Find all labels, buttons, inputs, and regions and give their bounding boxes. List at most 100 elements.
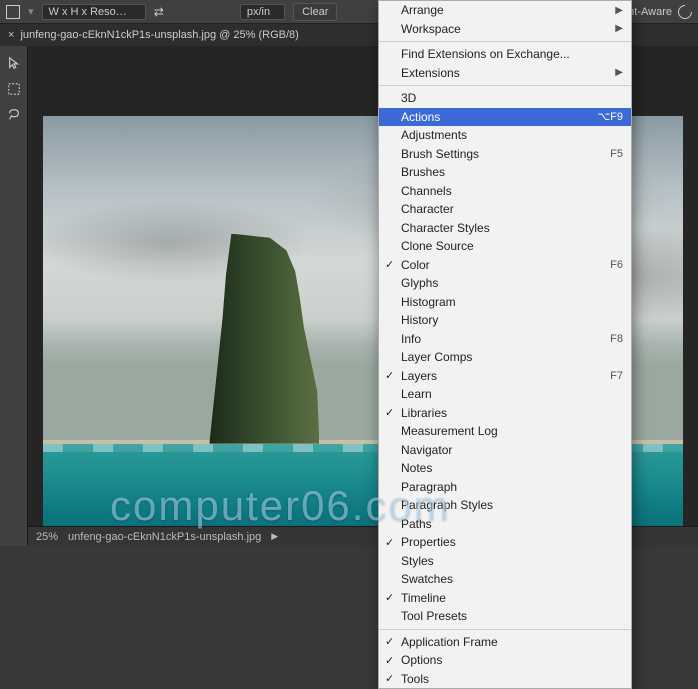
menu-item-layers[interactable]: ✓ Layers F7 <box>379 367 631 386</box>
menu-item-3d[interactable]: 3D <box>379 89 631 108</box>
menu-item-label: Find Extensions on Exchange... <box>401 47 570 61</box>
menu-separator <box>379 85 631 86</box>
menu-item-label: Timeline <box>401 591 446 605</box>
menu-item-timeline[interactable]: ✓ Timeline <box>379 589 631 608</box>
check-icon: ✓ <box>385 369 394 382</box>
marquee-tool[interactable] <box>3 78 25 100</box>
menu-item-glyphs[interactable]: Glyphs <box>379 274 631 293</box>
submenu-arrow-icon: ▶ <box>615 23 623 34</box>
menu-item-paths[interactable]: Paths <box>379 515 631 534</box>
menu-item-label: Libraries <box>401 406 447 420</box>
menu-item-color[interactable]: ✓ Color F6 <box>379 256 631 275</box>
menu-item-label: Workspace <box>401 22 461 36</box>
window-menu-dropdown: Arrange ▶ Workspace ▶ Find Extensions on Exc… <box>378 0 632 689</box>
menu-item-paragraph[interactable]: Paragraph <box>379 478 631 497</box>
menu-item-label: Notes <box>401 461 432 475</box>
menu-item-label: Paragraph Styles <box>401 498 493 512</box>
submenu-arrow-icon: ▶ <box>615 5 623 16</box>
menu-item-label: Tool Presets <box>401 609 467 623</box>
check-icon: ✓ <box>385 591 394 604</box>
menu-item-find-extensions-on-exchange[interactable]: Find Extensions on Exchange... <box>379 45 631 64</box>
menu-item-info[interactable]: Info F8 <box>379 330 631 349</box>
menu-item-label: History <box>401 313 438 327</box>
check-icon: ✓ <box>385 258 394 271</box>
menu-item-navigator[interactable]: Navigator <box>379 441 631 460</box>
menu-item-label: Actions <box>401 110 440 124</box>
check-icon: ✓ <box>385 635 394 648</box>
check-icon: ✓ <box>385 406 394 419</box>
submenu-arrow-icon: ▶ <box>615 67 623 78</box>
menu-item-clone-source[interactable]: Clone Source <box>379 237 631 256</box>
menu-item-label: Paths <box>401 517 432 531</box>
tools-panel <box>0 46 28 546</box>
menu-item-channels[interactable]: Channels <box>379 182 631 201</box>
menu-item-label: Channels <box>401 184 452 198</box>
reset-icon[interactable] <box>675 2 695 22</box>
menu-item-label: Glyphs <box>401 276 438 290</box>
menu-item-layer-comps[interactable]: Layer Comps <box>379 348 631 367</box>
document-tab-title[interactable]: junfeng-gao-cEknN1ckP1s-unsplash.jpg @ 2… <box>20 29 298 41</box>
resolution-unit-select[interactable]: px/in <box>240 4 285 20</box>
menu-item-actions[interactable]: Actions ⌥F9 <box>379 108 631 127</box>
menu-item-paragraph-styles[interactable]: Paragraph Styles <box>379 496 631 515</box>
menu-item-measurement-log[interactable]: Measurement Log <box>379 422 631 441</box>
menu-item-adjustments[interactable]: Adjustments <box>379 126 631 145</box>
menu-item-label: Histogram <box>401 295 456 309</box>
close-tab-icon[interactable]: × <box>8 29 14 41</box>
check-icon: ✓ <box>385 536 394 549</box>
menu-item-arrange[interactable]: Arrange ▶ <box>379 1 631 20</box>
menu-item-brush-settings[interactable]: Brush SettingsF5 <box>379 145 631 164</box>
menu-item-label: Measurement Log <box>401 424 498 438</box>
status-chevron-icon[interactable]: ▶ <box>271 531 278 542</box>
menu-item-label: Brush Settings <box>401 147 479 161</box>
menu-item-options[interactable]: ✓Options <box>379 651 631 670</box>
crop-preset-select[interactable]: W x H x Reso… <box>42 4 146 20</box>
menu-item-label: Adjustments <box>401 128 467 142</box>
status-filepath: unfeng-gao-cEknN1ckP1s-unsplash.jpg <box>68 531 261 543</box>
menu-shortcut: F6 <box>610 259 623 271</box>
menu-item-properties[interactable]: ✓ Properties <box>379 533 631 552</box>
dropdown-chevron-icon[interactable]: ▾ <box>28 5 34 18</box>
menu-item-tool-presets[interactable]: Tool Presets <box>379 607 631 626</box>
menu-item-brushes[interactable]: Brushes <box>379 163 631 182</box>
crop-tool-icon <box>6 5 20 19</box>
menu-item-label: Paragraph <box>401 480 457 494</box>
move-tool[interactable] <box>3 52 25 74</box>
menu-item-label: Swatches <box>401 572 453 586</box>
menu-item-label: Arrange <box>401 3 444 17</box>
menu-separator <box>379 629 631 630</box>
menu-item-label: Learn <box>401 387 432 401</box>
menu-item-styles[interactable]: Styles <box>379 552 631 571</box>
menu-item-extensions[interactable]: Extensions ▶ <box>379 64 631 83</box>
menu-item-learn[interactable]: Learn <box>379 385 631 404</box>
menu-item-character-styles[interactable]: Character Styles <box>379 219 631 238</box>
menu-item-label: Options <box>401 653 442 667</box>
menu-item-character[interactable]: Character <box>379 200 631 219</box>
clear-button[interactable]: Clear <box>293 3 337 21</box>
menu-item-label: Character Styles <box>401 221 490 235</box>
menu-shortcut: F7 <box>610 370 623 382</box>
menu-item-application-frame[interactable]: ✓Application Frame <box>379 633 631 652</box>
menu-item-label: Extensions <box>401 66 460 80</box>
menu-item-notes[interactable]: Notes <box>379 459 631 478</box>
menu-item-tools[interactable]: ✓Tools <box>379 670 631 689</box>
menu-item-label: Character <box>401 202 454 216</box>
swap-icon[interactable]: ⇄ <box>154 5 164 19</box>
menu-shortcut: ⌥F9 <box>597 110 623 123</box>
menu-item-label: Navigator <box>401 443 452 457</box>
menu-item-swatches[interactable]: Swatches <box>379 570 631 589</box>
menu-item-label: Info <box>401 332 421 346</box>
menu-item-workspace[interactable]: Workspace ▶ <box>379 20 631 39</box>
menu-item-label: Color <box>401 258 430 272</box>
menu-shortcut: F8 <box>610 333 623 345</box>
menu-item-label: 3D <box>401 91 416 105</box>
menu-item-libraries[interactable]: ✓ Libraries <box>379 404 631 423</box>
menu-item-history[interactable]: History <box>379 311 631 330</box>
menu-item-label: Properties <box>401 535 456 549</box>
check-icon: ✓ <box>385 672 394 685</box>
lasso-tool[interactable] <box>3 104 25 126</box>
menu-item-histogram[interactable]: Histogram <box>379 293 631 312</box>
zoom-level[interactable]: 25% <box>36 531 58 543</box>
menu-item-label: Layer Comps <box>401 350 472 364</box>
menu-item-label: Layers <box>401 369 437 383</box>
